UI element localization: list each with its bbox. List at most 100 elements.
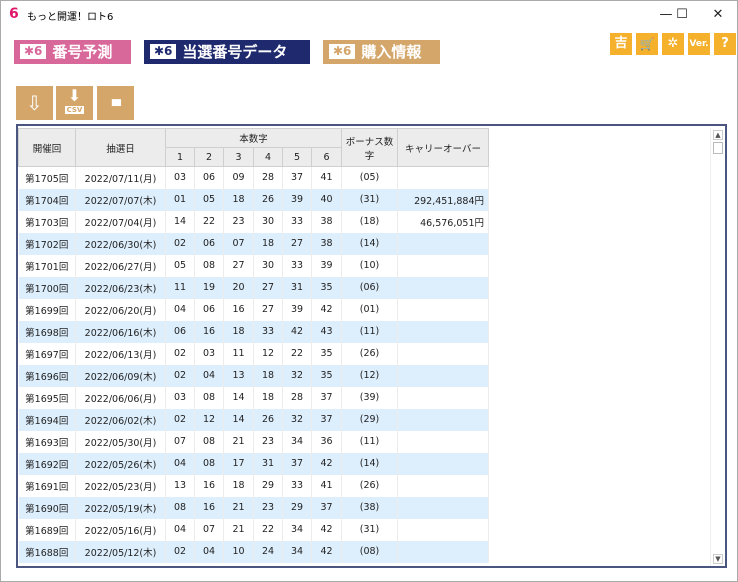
table-row[interactable]: 第1700回 2022/06/23(木) 11 19 20 27 31 35 (06) <box>18 276 489 299</box>
scroll-up-icon[interactable]: ▲ <box>713 130 723 140</box>
number-cell: 33 <box>253 320 283 343</box>
fortune-icon[interactable]: 吉 <box>610 33 632 55</box>
number-cell: 07 <box>194 518 224 541</box>
date-cell: 2022/06/20(月) <box>75 298 166 321</box>
table-row[interactable]: 第1693回 2022/05/30(月) 07 08 21 23 34 36 (11) <box>18 430 489 453</box>
tab-label: 当選番号データ <box>182 43 288 61</box>
header-round[interactable]: 開催回 <box>18 128 76 167</box>
scroll-down-icon[interactable]: ▼ <box>713 554 723 564</box>
number-cell: 42 <box>311 452 342 475</box>
table-row[interactable]: 第1695回 2022/06/06(月) 03 08 14 18 28 37 (39) <box>18 386 489 409</box>
number-cell: 05 <box>194 188 224 211</box>
date-cell: 2022/06/09(木) <box>75 364 166 387</box>
bonus-cell: (29) <box>341 408 398 431</box>
number-cell: 05 <box>165 254 195 277</box>
bar-chart-icon[interactable]: ▮▮▮ <box>97 86 134 120</box>
number-cell: 12 <box>194 408 224 431</box>
round-cell: 第1699回 <box>18 298 76 321</box>
number-cell: 20 <box>223 276 254 299</box>
round-cell: 第1692回 <box>18 452 76 475</box>
number-cell: 23 <box>253 496 283 519</box>
table-row[interactable]: 第1705回 2022/07/11(月) 03 06 09 28 37 41 (05) <box>18 166 489 189</box>
bonus-cell: (12) <box>341 364 398 387</box>
tab-purchase-info[interactable]: ✱6 購入情報 <box>323 40 440 64</box>
table-row[interactable]: 第1698回 2022/06/16(木) 06 16 18 33 42 43 (11) <box>18 320 489 343</box>
version-icon[interactable]: Ver. <box>688 33 710 55</box>
number-cell: 29 <box>253 474 283 497</box>
number-cell: 35 <box>311 276 342 299</box>
table-row[interactable]: 第1692回 2022/05/26(木) 04 08 17 31 37 42 (14) <box>18 452 489 475</box>
gear-icon[interactable]: ✲ <box>662 33 684 55</box>
bonus-cell: (01) <box>341 298 398 321</box>
table-row[interactable]: 第1704回 2022/07/07(木) 01 05 18 26 39 40 (31) 292,4… <box>18 188 489 211</box>
vertical-scrollbar[interactable]: ▲ ▼ <box>710 128 724 566</box>
number-cell: 06 <box>194 232 224 255</box>
bonus-cell: (26) <box>341 474 398 497</box>
scrollbar-thumb[interactable] <box>713 142 723 154</box>
number-cell: 04 <box>194 364 224 387</box>
download-file-icon[interactable]: ⇩ <box>16 86 53 120</box>
number-cell: 06 <box>194 166 224 189</box>
number-cell: 22 <box>253 518 283 541</box>
number-cell: 12 <box>253 342 283 365</box>
download-arrow-icon: ⬇ <box>67 86 82 105</box>
header-number-5[interactable]: 5 <box>282 147 312 167</box>
title-bar: 6 もっと開運！ロト6 — ☐ ✕ <box>1 1 738 29</box>
tab-winning-data[interactable]: ✱6 当選番号データ <box>144 40 310 64</box>
number-cell: 37 <box>282 166 312 189</box>
round-cell: 第1702回 <box>18 232 76 255</box>
number-cell: 18 <box>223 188 254 211</box>
table-row[interactable]: 第1691回 2022/05/23(月) 13 16 18 29 33 41 (26) <box>18 474 489 497</box>
table-row[interactable]: 第1699回 2022/06/20(月) 04 06 16 27 39 42 (01) <box>18 298 489 321</box>
number-cell: 16 <box>194 320 224 343</box>
loto6-badge-icon: ✱6 <box>329 44 356 59</box>
number-cell: 32 <box>282 408 312 431</box>
number-cell: 08 <box>194 254 224 277</box>
number-cell: 42 <box>311 518 342 541</box>
loto6-badge-icon: ✱6 <box>150 44 177 59</box>
table-row[interactable]: 第1696回 2022/06/09(木) 02 04 13 18 32 35 (12) <box>18 364 489 387</box>
table-row[interactable]: 第1701回 2022/06/27(月) 05 08 27 30 33 39 (10) <box>18 254 489 277</box>
csv-export-icon[interactable]: ⬇ CSV <box>56 86 93 120</box>
help-icon[interactable]: ? <box>714 33 736 55</box>
number-cell: 04 <box>194 540 224 563</box>
header-number-3[interactable]: 3 <box>223 147 254 167</box>
number-cell: 42 <box>311 540 342 563</box>
table-row[interactable]: 第1690回 2022/05/19(木) 08 16 21 23 29 37 (38) <box>18 496 489 519</box>
header-number-4[interactable]: 4 <box>253 147 283 167</box>
header-date[interactable]: 抽選日 <box>75 128 166 167</box>
carryover-cell <box>397 166 489 189</box>
table-row[interactable]: 第1703回 2022/07/04(月) 14 22 23 30 33 38 (18) 46,57… <box>18 210 489 233</box>
header-number-1[interactable]: 1 <box>165 147 195 167</box>
table-row[interactable]: 第1697回 2022/06/13(月) 02 03 11 12 22 35 (26) <box>18 342 489 365</box>
number-cell: 32 <box>282 364 312 387</box>
round-cell: 第1691回 <box>18 474 76 497</box>
number-cell: 01 <box>165 188 195 211</box>
number-cell: 26 <box>253 408 283 431</box>
date-cell: 2022/05/26(木) <box>75 452 166 475</box>
table-row[interactable]: 第1689回 2022/05/16(月) 04 07 21 22 34 42 (31) <box>18 518 489 541</box>
header-number-2[interactable]: 2 <box>194 147 224 167</box>
carryover-cell <box>397 452 489 475</box>
close-button[interactable]: ✕ <box>703 5 733 25</box>
header-carryover[interactable]: キャリーオーバー <box>397 128 489 167</box>
maximize-button[interactable]: ☐ <box>667 5 697 25</box>
table-row[interactable]: 第1694回 2022/06/02(木) 02 12 14 26 32 37 (29) <box>18 408 489 431</box>
table-row[interactable]: 第1688回 2022/05/12(木) 02 04 10 24 34 42 (08) <box>18 540 489 563</box>
bonus-cell: (08) <box>341 540 398 563</box>
cart-icon[interactable]: 🛒 <box>636 33 658 55</box>
number-cell: 31 <box>253 452 283 475</box>
header-number-6[interactable]: 6 <box>311 147 342 167</box>
tab-number-prediction[interactable]: ✱6 番号予測 <box>14 40 131 64</box>
number-cell: 02 <box>165 408 195 431</box>
window-title: もっと開運！ロト6 <box>27 12 114 23</box>
header-bonus[interactable]: ボーナス数字 <box>341 128 398 167</box>
number-cell: 06 <box>165 320 195 343</box>
carryover-cell <box>397 232 489 255</box>
table-row[interactable]: 第1702回 2022/06/30(木) 02 06 07 18 27 38 (14) <box>18 232 489 255</box>
number-cell: 30 <box>253 254 283 277</box>
date-cell: 2022/07/07(木) <box>75 188 166 211</box>
number-cell: 02 <box>165 540 195 563</box>
loto6-badge-icon: ✱6 <box>20 44 47 59</box>
date-cell: 2022/05/30(月) <box>75 430 166 453</box>
